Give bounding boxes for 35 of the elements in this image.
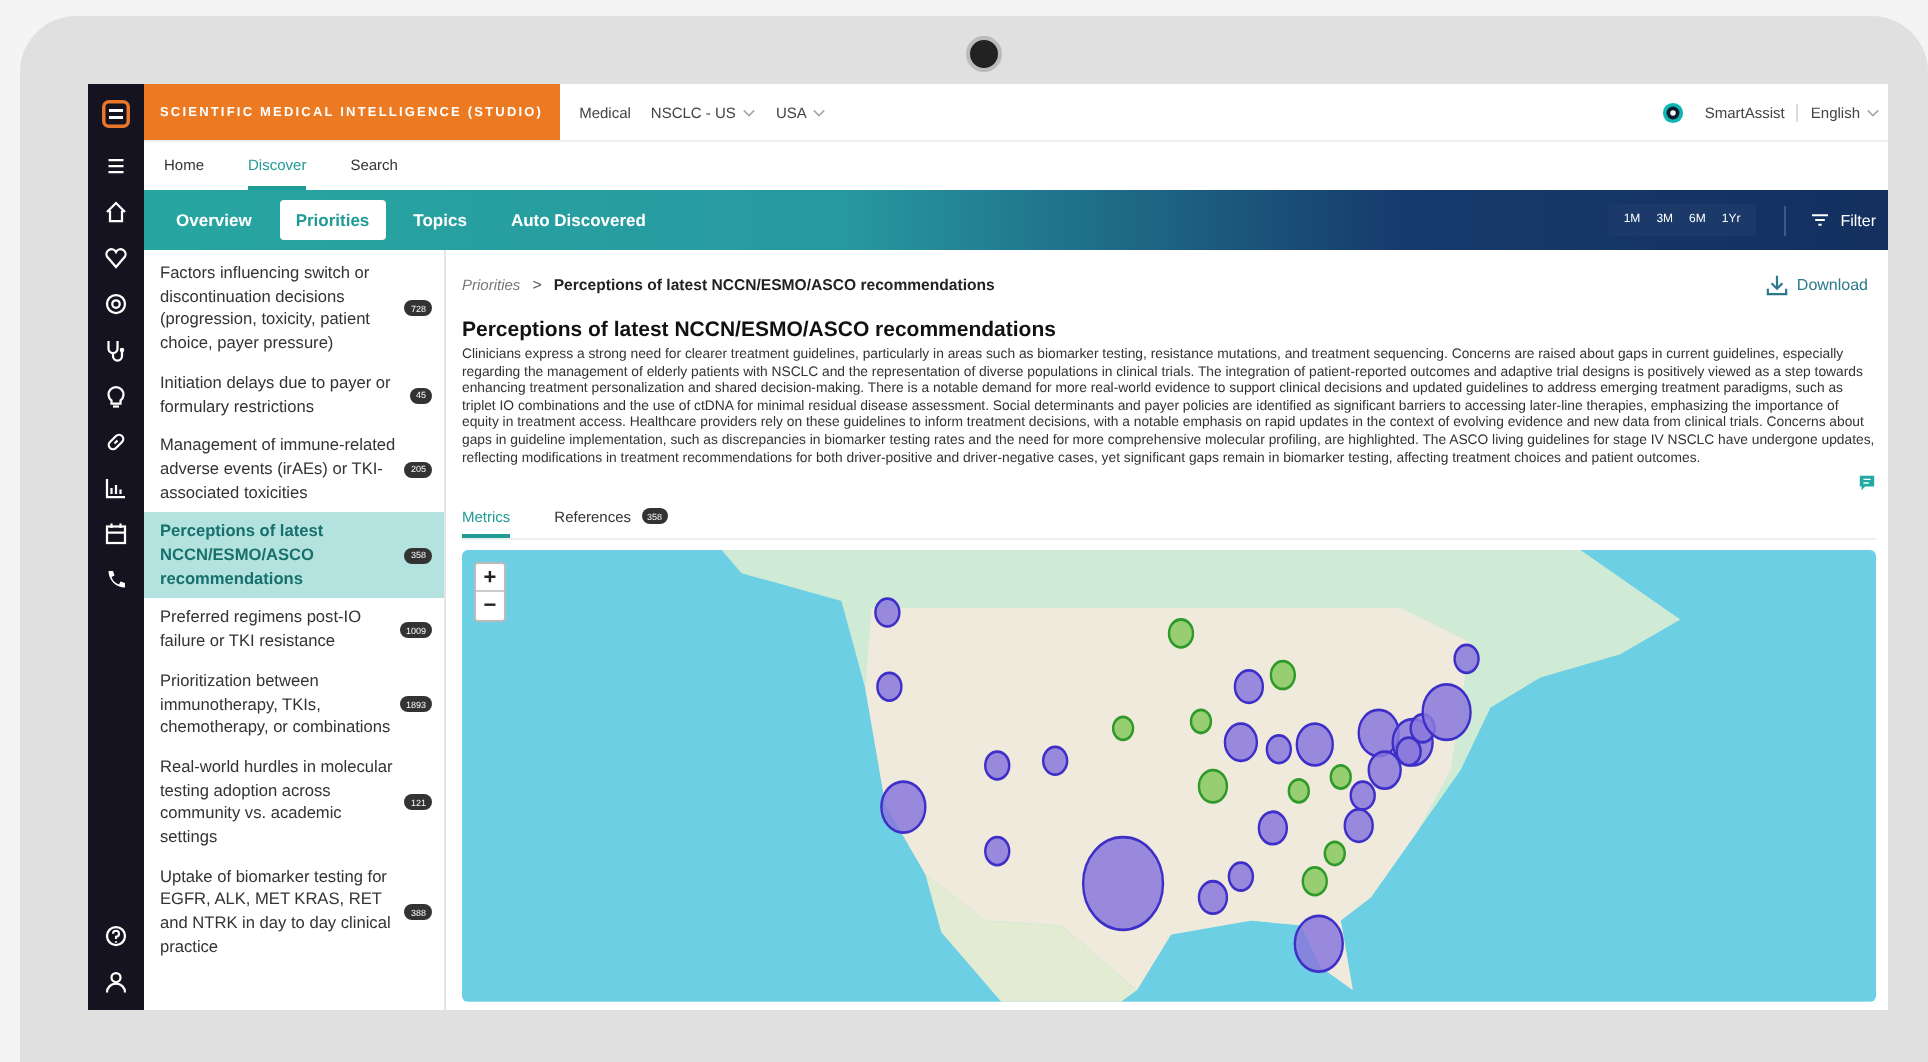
detail-title: Perceptions of latest NCCN/ESMO/ASCO recommendations: [462, 318, 1058, 342]
download-icon: [1766, 273, 1789, 295]
topic-title: Prioritization between immunotherapy, TKIs, chemotherapy, or combinations: [160, 669, 392, 740]
logo-icon: [102, 100, 130, 128]
link-icon[interactable]: [104, 430, 128, 454]
menu-icon[interactable]: [104, 154, 128, 178]
filter-button[interactable]: Filter: [1784, 205, 1888, 235]
caret-icon: [1866, 105, 1880, 119]
topic-title: Management of immune-related adverse events (irAEs) or TKI- associated toxicities: [160, 434, 397, 505]
calendar-icon[interactable]: [104, 522, 128, 546]
stethoscope-icon[interactable]: [104, 338, 128, 362]
filter-icon: [1810, 212, 1831, 228]
lightbulb-icon[interactable]: [104, 384, 128, 408]
topic-title: Perceptions of latest NCCN/ESMO/ASCO recommendations: [160, 520, 326, 591]
chart-icon[interactable]: [104, 476, 128, 500]
chat-icon[interactable]: [1858, 474, 1876, 493]
target-icon[interactable]: [104, 292, 128, 316]
download-button[interactable]: Download: [1766, 273, 1868, 295]
zoom-in-button[interactable]: +: [476, 564, 504, 593]
topic-title: Factors influencing switch or discontinuation decisions (progression, toxicity, patient choice, payer pressure): [160, 262, 372, 356]
user-icon[interactable]: [104, 970, 128, 994]
topic-title: Initiation delays due to payer or formulary restrictions: [160, 371, 393, 419]
topic-title: Preferred regimens post-IO failure or TKI resistance: [160, 606, 364, 654]
zoom-out-button[interactable]: −: [476, 592, 504, 621]
topic-title: Real-world hurdles in molecular testing adoption across community vs. academic settings: [160, 755, 395, 850]
camera-icon: [966, 36, 1002, 72]
heart-icon[interactable]: [104, 246, 128, 270]
phone-icon[interactable]: [104, 568, 128, 592]
home-icon[interactable]: [104, 200, 128, 224]
caret-icon: [741, 105, 756, 119]
caret-icon: [812, 105, 827, 119]
topic-title: Uptake of biomarker testing for EGFR, ALK, MET KRAS, RET and NTRK in day to day clinical practice: [160, 865, 393, 960]
breadcrumb-separator: >: [532, 275, 542, 293]
assistant-icon: [1662, 101, 1685, 123]
help-icon[interactable]: [104, 924, 128, 948]
